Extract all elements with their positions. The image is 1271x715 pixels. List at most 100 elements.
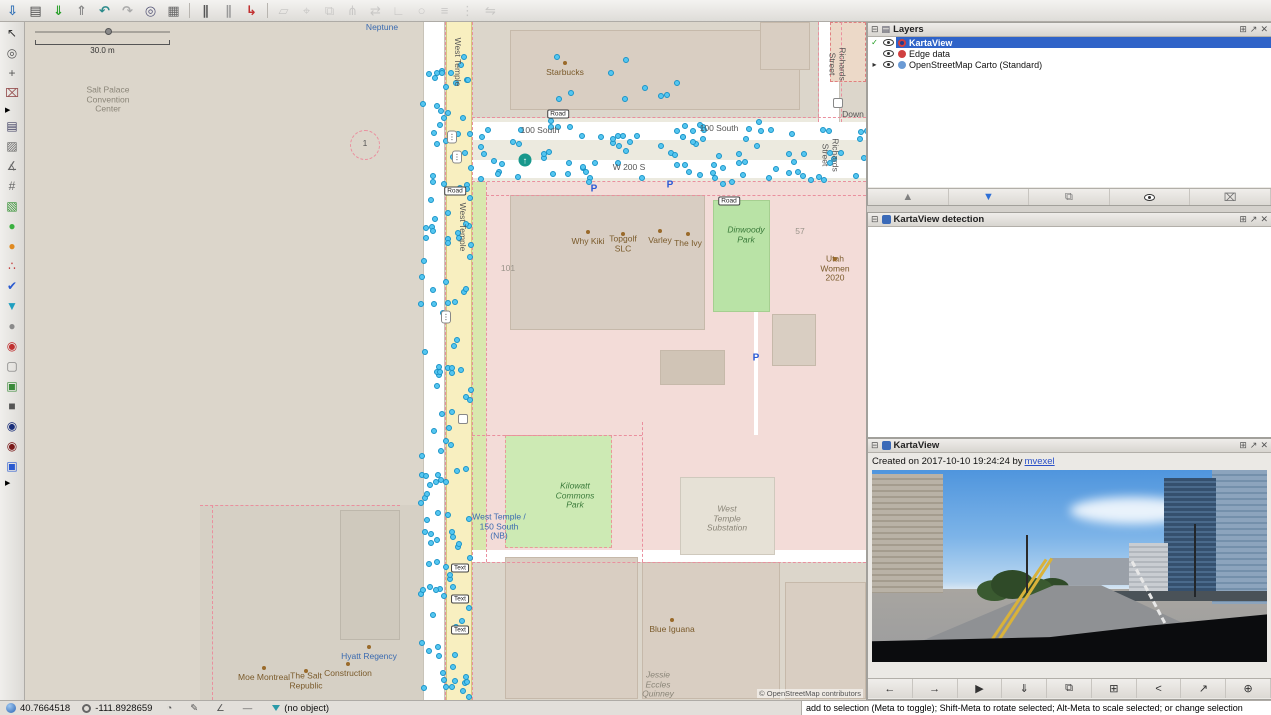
align-nodes-button[interactable]: ≡ — [434, 2, 455, 20]
photo-point[interactable] — [758, 128, 764, 134]
photo-point[interactable] — [435, 644, 441, 650]
photo-point[interactable] — [438, 108, 444, 114]
photo-point[interactable] — [427, 584, 433, 590]
layers-tool-button[interactable]: ▤ — [3, 118, 21, 134]
map-note-text-sign[interactable]: Text — [451, 626, 469, 635]
photo-point[interactable] — [568, 90, 574, 96]
photo-point[interactable] — [439, 70, 445, 76]
map-note-road-sign[interactable]: Road — [444, 187, 466, 196]
photo-point[interactable] — [682, 123, 688, 129]
photo-point[interactable] — [443, 279, 449, 285]
close-icon[interactable]: ✕ — [1260, 215, 1268, 224]
traffic-signal-icon[interactable]: ⋮ — [447, 131, 457, 144]
validate-button[interactable]: ✔ — [3, 278, 21, 294]
photo-point[interactable] — [445, 512, 451, 518]
photo-point[interactable] — [445, 240, 451, 246]
photo-point[interactable] — [674, 162, 680, 168]
share-button[interactable]: < — [1137, 679, 1182, 698]
photo-point[interactable] — [510, 139, 516, 145]
dock-icon[interactable]: ⊞ — [1239, 441, 1247, 450]
download-osm-data-button[interactable]: ⇩ — [2, 2, 23, 20]
photo-point[interactable] — [467, 131, 473, 137]
photo-point[interactable] — [428, 197, 434, 203]
photo-point[interactable] — [434, 103, 440, 109]
undo-button[interactable]: ↶ — [94, 2, 115, 20]
photo-point[interactable] — [795, 169, 801, 175]
photo-point[interactable] — [756, 119, 762, 125]
photo-point[interactable] — [766, 175, 772, 181]
zoom-slider-track[interactable] — [35, 31, 170, 33]
photo-point[interactable] — [431, 130, 437, 136]
collapse-icon[interactable]: ⊟ — [871, 215, 879, 224]
photo-point[interactable] — [857, 136, 863, 142]
photo-point[interactable] — [466, 694, 472, 700]
photo-point[interactable] — [674, 80, 680, 86]
move-layer-down-button[interactable]: ▼ — [949, 189, 1030, 205]
layer-row[interactable]: ✓KartaView — [868, 37, 1271, 48]
mapillary-plugin-button[interactable]: ● — [3, 218, 21, 234]
photo-point[interactable] — [773, 166, 779, 172]
map-note-road-sign[interactable]: Road — [547, 110, 569, 119]
upload-data-button[interactable]: ⇑ — [71, 2, 92, 20]
photo-point[interactable] — [658, 143, 664, 149]
map-small-sign[interactable] — [833, 98, 843, 108]
map-note-text-sign[interactable]: Text — [451, 564, 469, 573]
mapilio-plugin-button[interactable]: ◉ — [3, 438, 21, 454]
photo-point[interactable] — [421, 258, 427, 264]
photo-point[interactable] — [554, 54, 560, 60]
close-icon[interactable]: ✕ — [1260, 441, 1268, 450]
dock-icon[interactable]: ⊞ — [1239, 25, 1247, 34]
play-sequence-button[interactable]: ▶ — [958, 679, 1003, 698]
photo-point[interactable] — [460, 688, 466, 694]
paint-style-button[interactable]: ▨ — [3, 138, 21, 154]
photo-point[interactable] — [639, 175, 645, 181]
photo-point[interactable] — [450, 534, 456, 540]
photo-point[interactable] — [754, 143, 760, 149]
doc-dark-button[interactable]: ■ — [3, 398, 21, 414]
duplicate-layer-button[interactable]: ⧉ — [1029, 189, 1110, 205]
improve-way-button[interactable]: ⌖ — [296, 2, 317, 20]
photo-point[interactable] — [432, 216, 438, 222]
photo-point[interactable] — [420, 587, 426, 593]
photo-point[interactable] — [454, 337, 460, 343]
layer-row[interactable]: Edge data — [868, 48, 1271, 59]
preferences-button[interactable]: ▦ — [163, 2, 184, 20]
photo-point[interactable] — [620, 133, 626, 139]
photo-point[interactable] — [460, 115, 466, 121]
distribute-nodes-button[interactable]: ⋮ — [457, 2, 478, 20]
sidebar-expander-bottom[interactable]: ▶ — [3, 478, 21, 487]
photo-point[interactable] — [566, 160, 572, 166]
map-small-sign[interactable] — [458, 414, 468, 424]
photo-point[interactable] — [608, 70, 614, 76]
map-note-road-sign[interactable]: Road — [718, 197, 740, 206]
photo-point[interactable] — [853, 173, 859, 179]
follow-line-button[interactable]: ↳ — [241, 2, 262, 20]
photo-point[interactable] — [439, 411, 445, 417]
photo-point[interactable] — [634, 133, 640, 139]
photo-point[interactable] — [479, 134, 485, 140]
detach-icon[interactable]: ↗ — [1250, 215, 1258, 224]
photo-point[interactable] — [858, 129, 864, 135]
move-layer-up-button[interactable]: ▲ — [868, 189, 949, 205]
photo-point[interactable] — [419, 453, 425, 459]
photo-point[interactable] — [515, 174, 521, 180]
streetview-plugin-button[interactable]: ▣ — [3, 458, 21, 474]
extrude-button[interactable]: ▱ — [273, 2, 294, 20]
photo-point[interactable] — [820, 127, 826, 133]
imagery-plugin-button[interactable]: ▧ — [3, 198, 21, 214]
photo-point[interactable] — [467, 195, 473, 201]
photo-point[interactable] — [710, 170, 716, 176]
traffic-signal-icon[interactable]: ⋮ — [441, 311, 451, 324]
photo-point[interactable] — [468, 387, 474, 393]
collapse-icon[interactable]: ⊟ — [871, 441, 879, 450]
filter-funnel-icon[interactable] — [272, 705, 280, 711]
photo-point[interactable] — [556, 96, 562, 102]
select-tool-button[interactable]: ↖ — [3, 25, 21, 41]
visibility-eye-icon[interactable] — [883, 50, 894, 57]
photo-point[interactable] — [430, 612, 436, 618]
photo-point[interactable] — [426, 648, 432, 654]
combine-way-button[interactable]: ⧉ — [319, 2, 340, 20]
photo-point[interactable] — [743, 136, 749, 142]
close-icon[interactable]: ✕ — [1260, 25, 1268, 34]
street-photo[interactable] — [872, 470, 1267, 662]
